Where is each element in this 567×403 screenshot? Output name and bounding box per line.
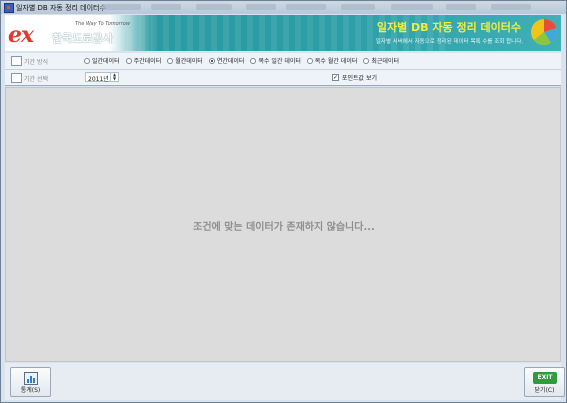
radio-dot[interactable] xyxy=(125,57,132,64)
footer-bar: 통계(S) EXIT 닫기(C) xyxy=(5,363,565,400)
radio-monthly[interactable]: 월간데이터 xyxy=(167,56,203,65)
blurred-text xyxy=(446,4,476,10)
program-subtitle: Image Processing Program for Bridge Insp… xyxy=(8,44,117,49)
title-bar[interactable]: 일자별 DB 자동 정리 데이터수 xyxy=(1,1,566,14)
blurred-text xyxy=(196,4,232,10)
stats-button-label: 통계(S) xyxy=(20,387,41,394)
app-window: 일자별 DB 자동 정리 데이터수 ex The Way To Tomorrow… xyxy=(0,0,567,403)
document-icon xyxy=(11,56,22,66)
blurred-text xyxy=(286,4,326,10)
blurred-text xyxy=(391,4,433,10)
chart-area: 조건에 맞는 데이터가 존재하지 않습니다... xyxy=(5,87,561,362)
banner-title: 일자별 DB 자동 정리 데이터수 xyxy=(376,21,521,34)
year-spinner[interactable]: 2011년 ▲ ▼ xyxy=(85,72,119,83)
radio-dot[interactable] xyxy=(306,57,313,64)
radio-multi-monthly[interactable]: 복수 월간 데이터 xyxy=(306,56,357,65)
empty-message: 조건에 맞는 데이터가 존재하지 않습니다... xyxy=(193,222,375,233)
window-title: 일자별 DB 자동 정리 데이터수 xyxy=(16,4,106,12)
radio-dot[interactable] xyxy=(167,57,174,64)
blurred-text xyxy=(246,4,276,10)
app-icon xyxy=(4,3,14,13)
period-type-radio-group: 일간데이터 주간데이터 월간데이터 연간데이터 복수 일간 데이터 복수 월간 … xyxy=(84,56,399,65)
exit-icon: EXIT xyxy=(533,372,557,384)
logo-tagline: The Way To Tomorrow xyxy=(75,21,130,27)
radio-multi-daily[interactable]: 복수 일간 데이터 xyxy=(250,56,301,65)
checkbox-checked-icon[interactable]: ✓ xyxy=(332,74,339,81)
bar-chart-icon xyxy=(24,372,38,385)
radio-dot[interactable] xyxy=(84,57,90,64)
radio-dot-selected[interactable] xyxy=(208,57,215,64)
period-select-row: 기간 선택 2011년 ▲ ▼ ✓ 포인트값 보기 xyxy=(5,70,561,86)
period-type-row: 기간 방식 일간데이터 주간데이터 월간데이터 연간데이터 복수 일간 데이터 … xyxy=(5,53,561,70)
radio-recent[interactable]: 최근데이터 xyxy=(363,56,399,65)
show-points-checkbox[interactable]: ✓ 포인트값 보기 xyxy=(332,73,377,82)
radio-yearly[interactable]: 연간데이터 xyxy=(208,56,244,65)
blurred-text xyxy=(341,4,375,10)
year-value: 2011년 xyxy=(88,76,109,83)
stats-button[interactable]: 통계(S) xyxy=(10,367,51,397)
radio-daily[interactable]: 일간데이터 xyxy=(84,56,120,65)
close-button[interactable]: EXIT 닫기(C) xyxy=(524,367,565,397)
spinner-arrows-icon[interactable]: ▲ ▼ xyxy=(110,73,118,81)
period-type-label: 기간 방식 xyxy=(24,59,48,66)
banner-description: 일자별 서버에서 자동으로 정리된 데이터 목록 수를 조회 합니다. xyxy=(375,39,523,45)
pie-chart-icon xyxy=(531,18,558,45)
radio-dot[interactable] xyxy=(250,57,257,64)
radio-weekly[interactable]: 주간데이터 xyxy=(125,56,161,65)
logo-mark: ex xyxy=(8,22,34,48)
close-button-label: 닫기(C) xyxy=(534,387,555,394)
header-banner: ex The Way To Tomorrow 한국도로공사 Image Proc… xyxy=(5,15,561,51)
blurred-text xyxy=(101,4,141,10)
calendar-icon xyxy=(11,73,22,83)
period-select-label: 기간 선택 xyxy=(24,76,48,83)
blurred-text xyxy=(491,4,531,10)
show-points-label: 포인트값 보기 xyxy=(342,75,378,82)
blurred-text xyxy=(151,4,181,10)
radio-dot[interactable] xyxy=(363,57,370,64)
